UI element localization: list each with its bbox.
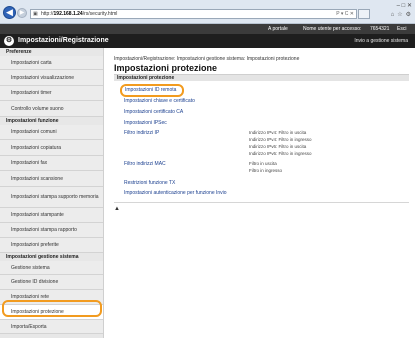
address-bar[interactable]: ▣ http://192.168.1.24/rs/security.html P… bbox=[30, 9, 357, 19]
link-ipsec[interactable]: Impostazioni IPSec bbox=[124, 120, 167, 126]
user-label: Nome utente per accesso: bbox=[303, 26, 362, 32]
browser-toolbar: ◀ ▶ ▣ http://192.168.1.24/rs/security.ht… bbox=[0, 0, 415, 24]
system-management-link[interactable]: Invio a gestione sistema bbox=[354, 38, 408, 44]
link-tx-restrictions[interactable]: Restrizioni funzione TX bbox=[124, 180, 175, 186]
sidebar-item-department-id[interactable]: Gestione ID divisione bbox=[0, 275, 103, 290]
mac-filter-info: Filtro in uscita bbox=[249, 161, 277, 166]
link-highlight-ring bbox=[120, 84, 184, 97]
back-arrow-icon[interactable]: ◀ bbox=[3, 6, 16, 19]
page-title: Impostazioni protezione bbox=[114, 63, 218, 73]
address-tools[interactable]: P ▾ C ✕ bbox=[336, 11, 354, 17]
ip-filter-info: Indirizzo IPv6: Filtro in ingresso bbox=[249, 151, 312, 156]
sidebar-item-common[interactable]: Impostazioni comuni bbox=[0, 125, 103, 140]
portal-link[interactable]: A portale bbox=[268, 26, 288, 32]
sidebar-item-display[interactable]: Impostazioni visualizzazione bbox=[0, 70, 103, 86]
ip-filter-info: Indirizzo IPv4: Filtro in uscita bbox=[249, 130, 307, 135]
address-path: /rs/security.html bbox=[82, 11, 118, 17]
sidebar: Preferenze Impostazioni carta Impostazio… bbox=[0, 48, 104, 338]
link-mac-filter[interactable]: Filtro indirizzi MAC bbox=[124, 161, 166, 167]
star-icon[interactable]: ☆ bbox=[397, 12, 402, 18]
link-send-authentication[interactable]: Impostazioni autenticazione per funzione… bbox=[124, 190, 227, 196]
window-controls[interactable]: – □ ✕ bbox=[397, 2, 412, 9]
address-prefix: http:// bbox=[41, 11, 54, 17]
settings-logo-icon: ⚙ bbox=[4, 36, 14, 46]
sidebar-item-favorites[interactable]: Impostazioni preferite bbox=[0, 238, 103, 253]
link-key-certificate[interactable]: Impostazioni chiave e certificato bbox=[124, 98, 195, 104]
app-header: ⚙ Impostazioni/Registrazione Invio a ges… bbox=[0, 34, 415, 48]
page-icon: ▣ bbox=[33, 11, 38, 17]
home-icon[interactable]: ⌂ bbox=[391, 12, 395, 18]
sidebar-item-scan[interactable]: Impostazioni scansione bbox=[0, 171, 103, 187]
sidebar-item-volume[interactable]: Controllo volume suono bbox=[0, 101, 103, 117]
sidebar-item-copy[interactable]: Impostazioni copiatura bbox=[0, 140, 103, 156]
app-topbar: A portale Nome utente per accesso: 76543… bbox=[0, 24, 415, 34]
browser-tab[interactable] bbox=[358, 9, 370, 19]
sidebar-group-system: Impostazioni gestione sistema bbox=[6, 254, 79, 260]
sidebar-group-functions: Impostazioni funzione bbox=[6, 118, 59, 124]
forward-arrow-icon[interactable]: ▶ bbox=[17, 8, 27, 18]
section-body: Impostazioni ID remota Impostazioni chia… bbox=[114, 81, 409, 203]
gear-icon[interactable]: ⚙ bbox=[406, 12, 411, 18]
mac-filter-info: Filtro in ingresso bbox=[249, 168, 283, 173]
app-title: Impostazioni/Registrazione bbox=[18, 37, 109, 44]
ip-filter-info: Indirizzo IPv4: Filtro in ingresso bbox=[249, 137, 312, 142]
address-host: 192.168.1.24 bbox=[53, 11, 83, 17]
sidebar-item-report[interactable]: Impostazioni stampa rapporto bbox=[0, 223, 103, 238]
breadcrumb: Impostazioni/Registrazione: Impostazioni… bbox=[114, 56, 300, 62]
user-value: 7654321 bbox=[370, 26, 390, 32]
sidebar-item-paper[interactable]: Impostazioni carta bbox=[0, 56, 103, 70]
ip-filter-info: Indirizzo IPv6: Filtro in uscita bbox=[249, 144, 307, 149]
sidebar-item-memory-print[interactable]: Impostazioni stampa supporto memoria bbox=[0, 187, 103, 208]
sidebar-item-fax[interactable]: Impostazioni fax bbox=[0, 156, 103, 171]
section-header: Impostazioni protezione bbox=[114, 74, 409, 81]
logout-link[interactable]: Esci bbox=[397, 26, 406, 32]
sidebar-item-system-management[interactable]: Gestione sistema bbox=[0, 261, 103, 275]
sidebar-item-printer[interactable]: Impostazioni stampante bbox=[0, 208, 103, 223]
sidebar-item-import-export[interactable]: Importa/Esporta bbox=[0, 320, 103, 334]
link-ca-certificate[interactable]: Impostazioni certificato CA bbox=[124, 109, 183, 115]
sidebar-highlight-ring bbox=[2, 300, 102, 317]
back-to-top-icon[interactable]: ▲ bbox=[114, 206, 120, 212]
sidebar-item-timer[interactable]: Impostazioni timer bbox=[0, 86, 103, 101]
link-ip-filter[interactable]: Filtro indirizzi IP bbox=[124, 130, 159, 136]
sidebar-group-preferences: Preferenze bbox=[6, 49, 32, 55]
